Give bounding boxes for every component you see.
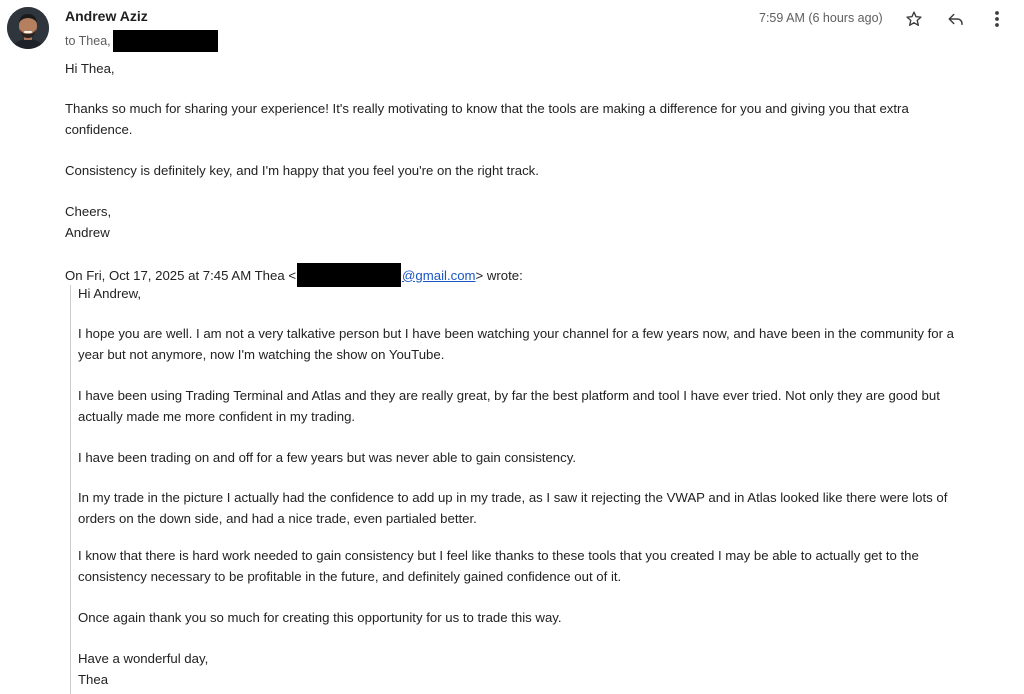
more-vert-icon [995, 11, 999, 27]
quoted-paragraph-4: In my trade in the picture I actually ha… [78, 490, 948, 526]
reply-paragraph-1: Thanks so much for sharing your experien… [65, 101, 909, 137]
quoted-signoff: Have a wonderful day, Thea [78, 651, 209, 687]
email-timestamp: 7:59 AM (6 hours ago) [759, 11, 883, 25]
recipient-label: to Thea, [65, 34, 111, 48]
avatar-photo [7, 7, 49, 49]
quoted-paragraph-2: I have been using Trading Terminal and A… [78, 388, 940, 424]
more-options-button[interactable] [986, 8, 1008, 30]
reply-greeting: Hi Thea, [65, 61, 115, 76]
reply-signoff: Cheers, Andrew [65, 204, 112, 240]
quoted-paragraph-5: I know that there is hard work needed to… [78, 548, 919, 584]
reply-icon [948, 13, 963, 25]
quoted-paragraph-1: I hope you are well. I am not a very tal… [78, 326, 955, 362]
quoted-greeting: Hi Andrew, [78, 286, 142, 301]
star-button[interactable] [903, 8, 925, 30]
redacted-recipient-address [112, 30, 218, 52]
sender-avatar[interactable] [7, 7, 49, 49]
quote-border [70, 285, 71, 694]
recipient-line[interactable]: to Thea, [65, 30, 218, 52]
sender-name[interactable]: Andrew Aziz [65, 8, 148, 24]
reply-button[interactable] [945, 8, 967, 30]
quoted-paragraph-3: I have been trading on and off for a few… [78, 450, 577, 465]
quoted-paragraph-6: Once again thank you so much for creatin… [78, 610, 562, 625]
reply-paragraph-2: Consistency is definitely key, and I'm h… [65, 163, 539, 178]
star-icon [906, 11, 922, 26]
